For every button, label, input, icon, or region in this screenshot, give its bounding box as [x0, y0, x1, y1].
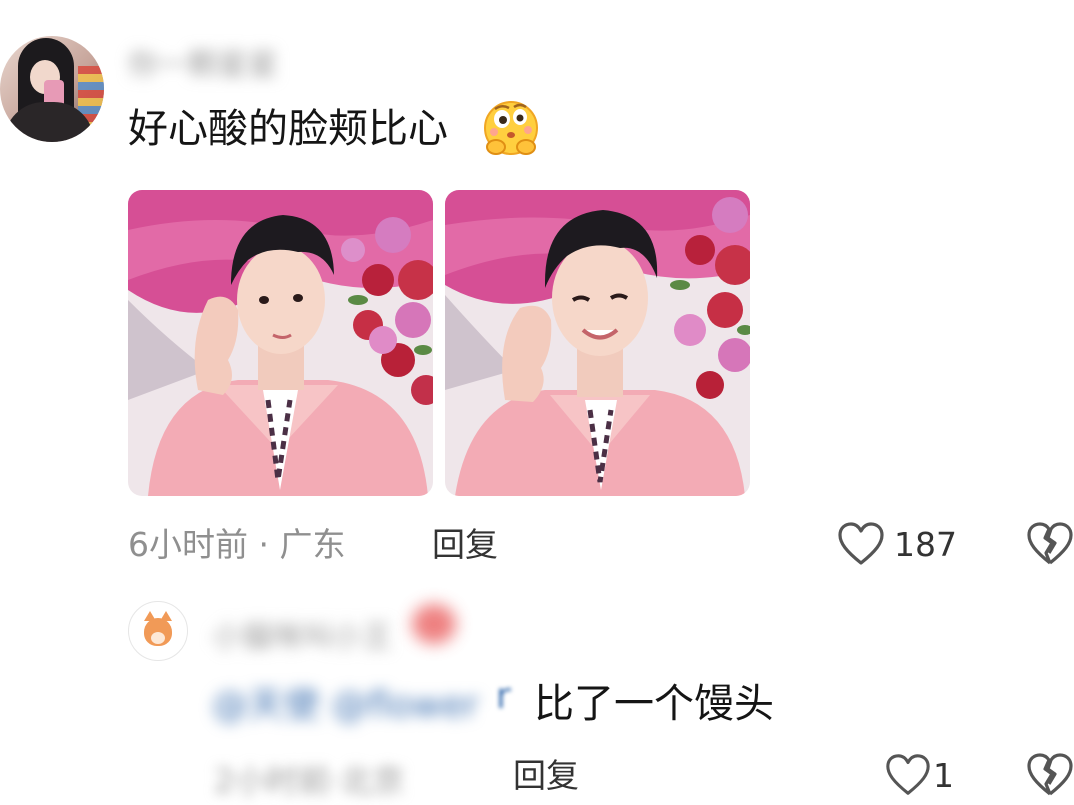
comment-text: 好心酸的脸颊比心: [128, 106, 448, 152]
like-heart-icon[interactable]: [836, 521, 886, 567]
reply-like-count: 1: [933, 756, 954, 795]
reply-broken-heart-icon[interactable]: [1026, 752, 1074, 798]
commenter-avatar[interactable]: [0, 36, 104, 142]
reply-author-avatar[interactable]: [128, 601, 188, 661]
reply-mentions[interactable]: @天使 @flower: [212, 676, 479, 728]
reply-button[interactable]: 回复: [432, 523, 498, 567]
like-count: 187: [894, 525, 957, 564]
comment-time-location: 6小时前 · 广东: [128, 525, 346, 564]
reply-to-reply-button[interactable]: 回复: [513, 754, 579, 798]
reply-like-heart-icon[interactable]: [884, 752, 932, 798]
comment-photo-1[interactable]: [128, 190, 433, 496]
thinking-kiss-emoji-icon: [484, 101, 538, 155]
reply-time-location: 2小时前·北京: [214, 762, 405, 800]
comment-photo-2[interactable]: [445, 190, 750, 496]
reply-text: 比了一个馒头: [534, 681, 774, 727]
commenter-name[interactable]: 你一颗星星: [128, 40, 278, 84]
broken-heart-icon[interactable]: [1026, 521, 1074, 567]
reply-mention-tail[interactable]: r: [496, 676, 511, 717]
cat-belly: [151, 632, 165, 644]
reply-author-name[interactable]: 小猫咪叫小王: [212, 612, 392, 656]
author-badge-icon: [412, 604, 456, 644]
